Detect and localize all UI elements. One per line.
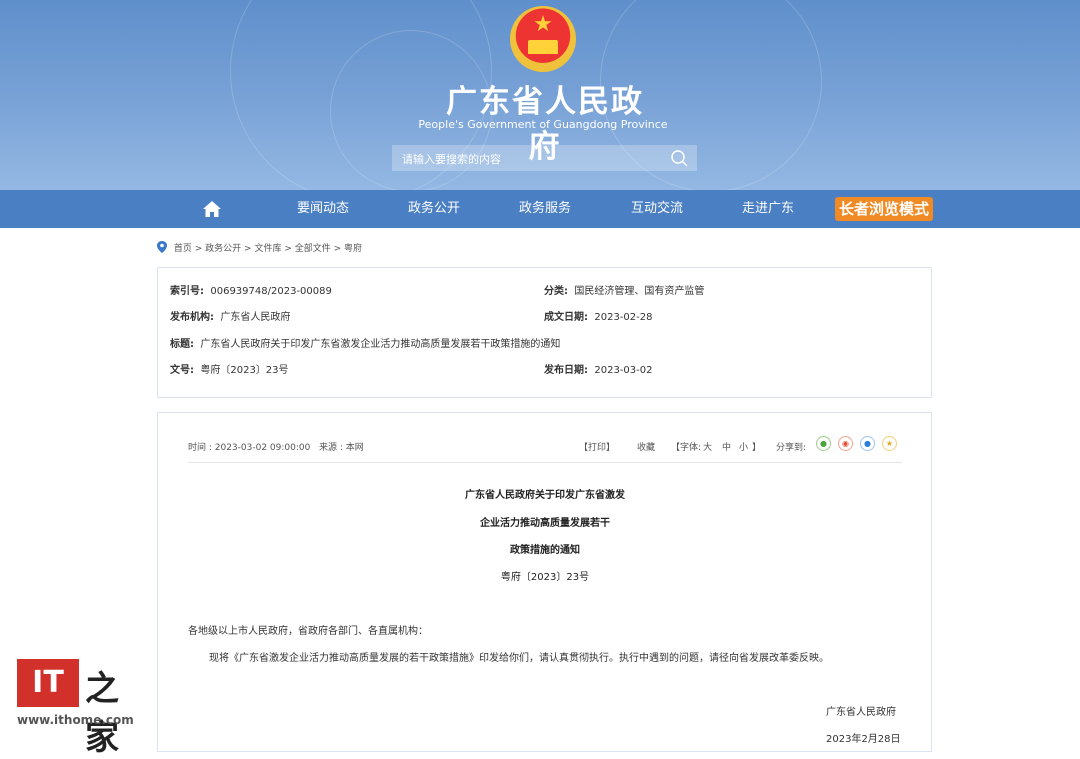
elder-mode-button[interactable]: 长者浏览模式 xyxy=(835,197,933,221)
header-banner: ★ 广东省人民政府 People's Government of Guangdo… xyxy=(0,0,1080,190)
toolbar-divider xyxy=(188,462,902,463)
national-emblem-icon: ★ xyxy=(510,6,576,72)
publisher: 发布机构: 广东省人民政府 xyxy=(170,312,291,323)
article-signature: 广东省人民政府 xyxy=(826,707,896,718)
breadcrumb: 首页 > 政务公开 > 文件库 > 全部文件 > 粤府 xyxy=(157,241,362,254)
qzone-icon[interactable]: ★ xyxy=(882,436,897,451)
font-small-button[interactable]: 小 xyxy=(739,440,748,453)
ithome-url: www.ithome.com xyxy=(17,713,134,727)
weibo-icon[interactable]: ◉ xyxy=(838,436,853,451)
nav-guangdong[interactable]: 走进广东 xyxy=(718,190,818,228)
ithome-logo: IT xyxy=(17,659,79,707)
written-date: 成文日期: 2023-02-28 xyxy=(544,312,653,323)
print-button[interactable]: 【打印】 xyxy=(579,440,615,453)
article-doc-number: 粤府〔2023〕23号 xyxy=(500,572,590,583)
category: 分类: 国民经济管理、国有资产监管 xyxy=(544,286,705,297)
document-subject: 标题: 广东省人民政府关于印发广东省激发企业活力推动高质量发展若干政策措施的通知 xyxy=(170,339,561,350)
nav-services[interactable]: 政务服务 xyxy=(495,190,595,228)
article-body: 现将《广东省激发企业活力推动高质量发展的若干政策措施》印发给你们，请认真贯彻执行… xyxy=(209,653,829,664)
location-pin-icon xyxy=(157,241,167,253)
article-title-line-2: 企业活力推动高质量发展若干 xyxy=(480,518,610,529)
article-toolbar: 时间 : 2023-03-02 09:00:00 来源 : 本网 【打印】 收藏… xyxy=(188,440,902,463)
breadcrumb-yuefu[interactable]: 粤府 xyxy=(344,244,362,254)
font-size-bracket: 】 xyxy=(752,443,762,453)
document-number: 文号: 粤府〔2023〕23号 xyxy=(170,365,289,376)
ithome-watermark: IT 之家 www.ithome.com xyxy=(15,655,145,758)
nav-gov-affairs[interactable]: 政务公开 xyxy=(384,190,484,228)
font-size-label: 【字体: xyxy=(671,443,702,453)
breadcrumb-gov-affairs[interactable]: 政务公开 xyxy=(205,244,241,254)
article-salutation: 各地级以上市人民政府，省政府各部门、各直属机构： xyxy=(188,626,428,637)
nav-news[interactable]: 要闻动态 xyxy=(273,190,373,228)
font-large-button[interactable]: 大 xyxy=(703,440,712,453)
search-box[interactable]: 请输入要搜索的内容 xyxy=(392,145,697,171)
font-medium-button[interactable]: 中 xyxy=(722,440,731,453)
site-subtitle: People's Government of Guangdong Provinc… xyxy=(418,118,668,131)
search-icon[interactable] xyxy=(661,145,697,171)
qq-icon[interactable]: ● xyxy=(860,436,875,451)
home-icon[interactable] xyxy=(202,200,222,218)
ithome-logo-text: 之家 xyxy=(85,669,119,758)
publish-time: 时间 : 2023-03-02 09:00:00 xyxy=(188,443,311,453)
nav-interaction[interactable]: 互动交流 xyxy=(607,190,707,228)
publish-date: 发布日期: 2023-03-02 xyxy=(544,365,653,376)
breadcrumb-home[interactable]: 首页 xyxy=(174,244,192,254)
search-button[interactable] xyxy=(661,145,697,171)
source: 来源 : 本网 xyxy=(319,443,364,453)
article-title-line-3: 政策措施的通知 xyxy=(510,545,580,556)
nav-home[interactable] xyxy=(162,190,262,228)
search-input[interactable]: 请输入要搜索的内容 xyxy=(402,151,501,167)
main-nav: 要闻动态 政务公开 政务服务 互动交流 走进广东 长者浏览模式 xyxy=(0,190,1080,228)
favorite-button[interactable]: 收藏 xyxy=(637,440,655,453)
wechat-icon[interactable]: ● xyxy=(816,436,831,451)
breadcrumb-all-files[interactable]: 全部文件 xyxy=(295,244,331,254)
breadcrumb-file-library[interactable]: 文件库 xyxy=(254,244,281,254)
index-number: 索引号: 006939748/2023-00089 xyxy=(170,286,332,297)
share-label: 分享到: xyxy=(776,443,807,453)
article-title-line-1: 广东省人民政府关于印发广东省激发 xyxy=(465,490,625,501)
